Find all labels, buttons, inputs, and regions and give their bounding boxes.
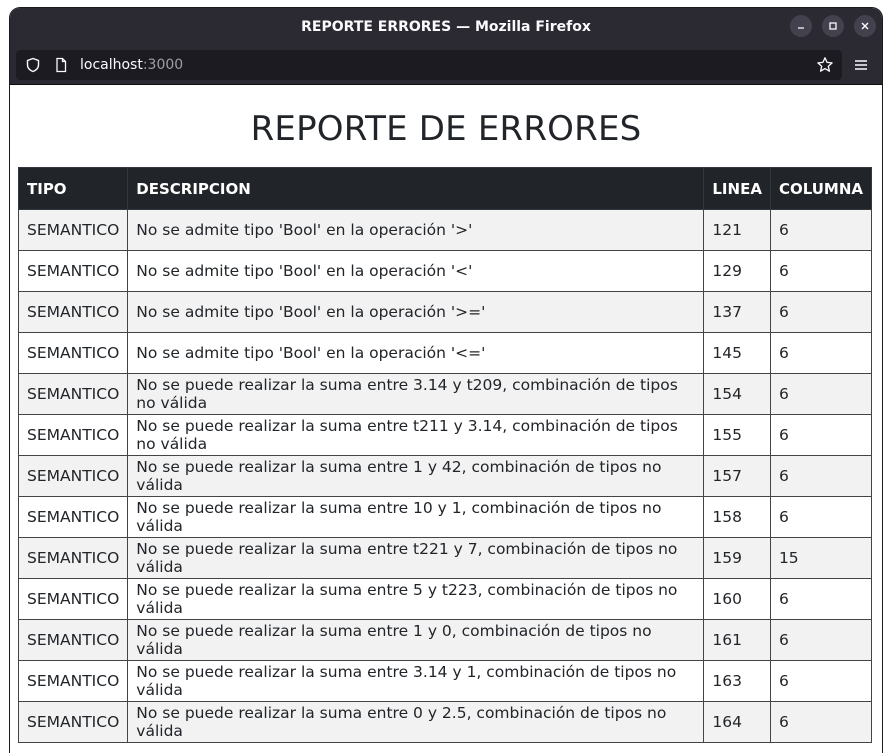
title-bar: REPORTE ERRORES — Mozilla Firefox xyxy=(10,8,882,46)
cell-columna: 6 xyxy=(769,660,873,702)
cell-descripcion: No se puede realizar la suma entre 3.14 … xyxy=(127,660,705,702)
url-port: :3000 xyxy=(142,57,184,73)
hamburger-menu-icon[interactable] xyxy=(846,50,876,80)
page-icon[interactable] xyxy=(52,56,70,74)
header-columna: COLUMNA xyxy=(769,167,873,210)
cell-tipo: SEMANTICO xyxy=(17,373,129,415)
cell-tipo: SEMANTICO xyxy=(17,209,129,251)
cell-linea: 160 xyxy=(703,578,771,620)
cell-descripcion: No se admite tipo 'Bool' en la operación… xyxy=(127,250,705,292)
cell-tipo: SEMANTICO xyxy=(17,660,129,702)
header-linea: LINEA xyxy=(703,167,771,210)
cell-columna: 6 xyxy=(769,373,873,415)
table-row: SEMANTICO No se puede realizar la suma en… xyxy=(17,660,873,702)
cell-tipo: SEMANTICO xyxy=(17,537,129,579)
cell-tipo: SEMANTICO xyxy=(17,291,129,333)
cell-linea: 157 xyxy=(703,455,771,497)
shield-icon[interactable] xyxy=(24,56,42,74)
cell-columna: 6 xyxy=(769,619,873,661)
cell-linea: 137 xyxy=(703,291,771,333)
cell-descripcion: No se admite tipo 'Bool' en la operación… xyxy=(127,332,705,374)
cell-descripcion: No se admite tipo 'Bool' en la operación… xyxy=(127,209,705,251)
cell-tipo: SEMANTICO xyxy=(17,619,129,661)
cell-columna: 6 xyxy=(769,414,873,456)
table-header-row: TIPO DESCRIPCION LINEA COLUMNA xyxy=(17,167,873,210)
cell-tipo: SEMANTICO xyxy=(17,496,129,538)
header-tipo: TIPO xyxy=(17,167,129,210)
page-content: REPORTE DE ERRORES TIPO DESCRIPCION LINE… xyxy=(10,85,882,753)
errors-table: TIPO DESCRIPCION LINEA COLUMNA SEMANTICO… xyxy=(17,167,873,743)
cell-linea: 155 xyxy=(703,414,771,456)
cell-descripcion: No se puede realizar la suma entre 0 y 2… xyxy=(127,701,705,743)
table-row: SEMANTICO No se puede realizar la suma en… xyxy=(17,701,873,743)
header-descripcion: DESCRIPCION xyxy=(127,167,705,210)
table-row: SEMANTICO No se puede realizar la suma en… xyxy=(17,619,873,661)
cell-descripcion: No se admite tipo 'Bool' en la operación… xyxy=(127,291,705,333)
cell-linea: 159 xyxy=(703,537,771,579)
cell-tipo: SEMANTICO xyxy=(17,701,129,743)
cell-linea: 163 xyxy=(703,660,771,702)
star-icon[interactable] xyxy=(816,56,834,74)
cell-descripcion: No se puede realizar la suma entre 5 y t… xyxy=(127,578,705,620)
cell-columna: 6 xyxy=(769,496,873,538)
table-row: SEMANTICO No se admite tipo 'Bool' en la … xyxy=(17,209,873,251)
cell-linea: 145 xyxy=(703,332,771,374)
cell-descripcion: No se puede realizar la suma entre 3.14 … xyxy=(127,373,705,415)
minimize-icon[interactable] xyxy=(790,15,812,37)
navigation-toolbar: localhost:3000 xyxy=(10,46,882,85)
table-row: SEMANTICO No se puede realizar la suma en… xyxy=(17,414,873,456)
table-row: SEMANTICO No se admite tipo 'Bool' en la … xyxy=(17,291,873,333)
cell-columna: 6 xyxy=(769,455,873,497)
browser-window: REPORTE ERRORES — Mozilla Firefox localh… xyxy=(10,8,882,753)
cell-linea: 158 xyxy=(703,496,771,538)
cell-linea: 121 xyxy=(703,209,771,251)
window-controls xyxy=(790,15,876,37)
maximize-icon[interactable] xyxy=(822,15,844,37)
cell-tipo: SEMANTICO xyxy=(17,414,129,456)
cell-descripcion: No se puede realizar la suma entre 10 y … xyxy=(127,496,705,538)
table-row: SEMANTICO No se puede realizar la suma en… xyxy=(17,537,873,579)
cell-columna: 15 xyxy=(769,537,873,579)
cell-linea: 161 xyxy=(703,619,771,661)
close-icon[interactable] xyxy=(854,15,876,37)
table-row: SEMANTICO No se puede realizar la suma en… xyxy=(17,496,873,538)
cell-tipo: SEMANTICO xyxy=(17,332,129,374)
cell-descripcion: No se puede realizar la suma entre t221 … xyxy=(127,537,705,579)
url-bar[interactable]: localhost:3000 xyxy=(16,50,842,80)
cell-columna: 6 xyxy=(769,250,873,292)
cell-columna: 6 xyxy=(769,332,873,374)
table-row: SEMANTICO No se admite tipo 'Bool' en la … xyxy=(17,250,873,292)
cell-linea: 129 xyxy=(703,250,771,292)
cell-tipo: SEMANTICO xyxy=(17,455,129,497)
url-text[interactable]: localhost:3000 xyxy=(80,57,806,73)
cell-columna: 6 xyxy=(769,701,873,743)
cell-linea: 164 xyxy=(703,701,771,743)
table-row: SEMANTICO No se puede realizar la suma en… xyxy=(17,455,873,497)
cell-descripcion: No se puede realizar la suma entre 1 y 4… xyxy=(127,455,705,497)
cell-columna: 6 xyxy=(769,291,873,333)
table-row: SEMANTICO No se admite tipo 'Bool' en la … xyxy=(17,332,873,374)
cell-tipo: SEMANTICO xyxy=(17,578,129,620)
table-row: SEMANTICO No se puede realizar la suma en… xyxy=(17,373,873,415)
cell-descripcion: No se puede realizar la suma entre t211 … xyxy=(127,414,705,456)
url-host: localhost xyxy=(80,57,143,73)
cell-tipo: SEMANTICO xyxy=(17,250,129,292)
window-title: REPORTE ERRORES — Mozilla Firefox xyxy=(301,19,591,35)
cell-descripcion: No se puede realizar la suma entre 1 y 0… xyxy=(127,619,705,661)
table-row: SEMANTICO No se puede realizar la suma en… xyxy=(17,578,873,620)
cell-columna: 6 xyxy=(769,209,873,251)
page-title: REPORTE DE ERRORES xyxy=(250,109,642,149)
cell-columna: 6 xyxy=(769,578,873,620)
cell-linea: 154 xyxy=(703,373,771,415)
